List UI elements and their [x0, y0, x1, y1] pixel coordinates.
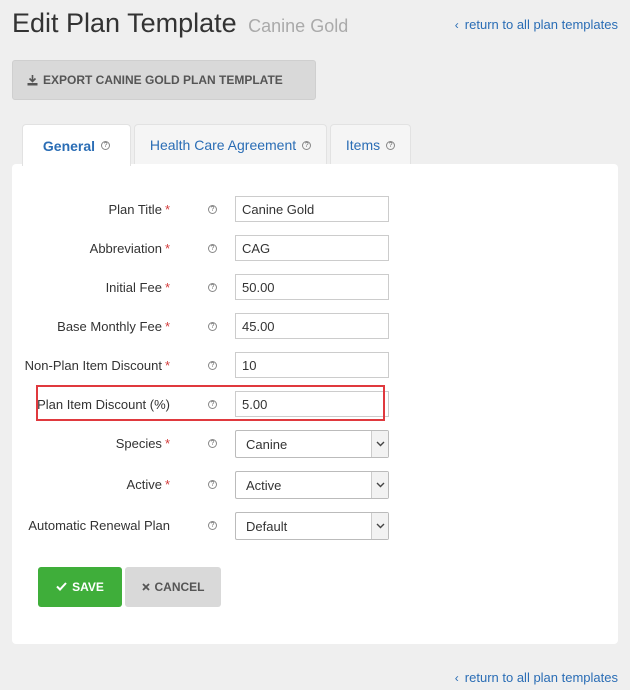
- return-link-label: return to all plan templates: [464, 17, 618, 32]
- return-link-top[interactable]: ‹ return to all plan templates: [455, 17, 618, 32]
- export-template-button[interactable]: EXPORT CANINE GOLD PLAN TEMPLATE: [12, 60, 316, 100]
- check-icon: [56, 580, 67, 594]
- help-icon[interactable]: ?: [208, 205, 217, 214]
- species-select-value: Canine: [246, 437, 288, 452]
- plan-title-input[interactable]: [235, 196, 389, 222]
- help-icon[interactable]: ?: [101, 141, 111, 150]
- active-label-text: Active: [126, 477, 162, 492]
- tab-general-label: General: [42, 137, 96, 154]
- initial-fee-input[interactable]: [235, 274, 389, 300]
- help-icon[interactable]: ?: [208, 521, 217, 530]
- save-button[interactable]: SAVE: [38, 567, 122, 607]
- required-marker: *: [164, 202, 170, 217]
- active-select[interactable]: Active: [235, 471, 389, 499]
- non-plan-item-discount-input[interactable]: [235, 352, 389, 378]
- close-icon: [141, 580, 150, 594]
- automatic-renewal-plan-select-value: Default: [246, 519, 288, 534]
- abbreviation-input[interactable]: [235, 235, 389, 261]
- chevron-down-icon: [371, 513, 388, 539]
- species-label-text: Species: [115, 436, 162, 451]
- download-icon: [27, 74, 38, 85]
- initial-fee-label: Initial Fee *: [106, 280, 170, 295]
- chevron-left-icon: ‹: [454, 671, 459, 685]
- required-marker: *: [164, 358, 170, 373]
- highlight-box: [36, 385, 385, 421]
- required-marker: *: [164, 280, 170, 295]
- base-monthly-fee-input[interactable]: [235, 313, 389, 339]
- cancel-button-label: CANCEL: [154, 580, 205, 594]
- tab-general[interactable]: General ?: [22, 124, 131, 166]
- required-marker: *: [164, 436, 170, 451]
- save-button-label: SAVE: [72, 580, 104, 594]
- chevron-down-icon: [371, 431, 388, 457]
- page-title: Edit Plan Template Canine Gold: [12, 8, 348, 39]
- cancel-button[interactable]: CANCEL: [125, 567, 221, 607]
- tab-items[interactable]: Items ?: [330, 124, 411, 165]
- export-button-label: EXPORT CANINE GOLD PLAN TEMPLATE: [43, 73, 283, 87]
- automatic-renewal-plan-label-text: Automatic Renewal Plan: [28, 518, 170, 533]
- non-plan-item-discount-label: Non-Plan Item Discount *: [25, 358, 170, 373]
- initial-fee-label-text: Initial Fee: [105, 280, 162, 295]
- automatic-renewal-plan-select[interactable]: Default: [235, 512, 389, 540]
- tab-items-label: Items: [345, 137, 381, 153]
- tab-health-care-agreement[interactable]: Health Care Agreement ?: [134, 124, 327, 165]
- species-select[interactable]: Canine: [235, 430, 389, 458]
- non-plan-item-discount-label-text: Non-Plan Item Discount: [24, 358, 162, 373]
- plan-title-label-text: Plan Title: [108, 202, 162, 217]
- chevron-down-icon: [371, 472, 388, 498]
- help-icon[interactable]: ?: [208, 322, 217, 331]
- plan-title-label: Plan Title *: [108, 202, 170, 217]
- help-icon[interactable]: ?: [302, 140, 312, 150]
- required-marker: *: [164, 319, 170, 334]
- page-title-text: Edit Plan Template: [12, 8, 237, 38]
- base-monthly-fee-label: Base Monthly Fee *: [57, 319, 170, 334]
- abbreviation-label: Abbreviation *: [90, 241, 170, 256]
- help-icon[interactable]: ?: [208, 244, 217, 253]
- base-monthly-fee-label-text: Base Monthly Fee: [57, 319, 162, 334]
- return-link-label: return to all plan templates: [464, 670, 618, 685]
- help-icon[interactable]: ?: [208, 439, 217, 448]
- active-label: Active *: [127, 477, 170, 492]
- help-icon[interactable]: ?: [208, 480, 217, 489]
- automatic-renewal-plan-label: Automatic Renewal Plan: [28, 518, 170, 533]
- page-subtitle: Canine Gold: [248, 16, 349, 36]
- abbreviation-label-text: Abbreviation: [89, 241, 162, 256]
- species-label: Species *: [116, 436, 170, 451]
- help-icon[interactable]: ?: [386, 140, 396, 150]
- active-select-value: Active: [246, 478, 282, 493]
- tab-health-care-agreement-label: Health Care Agreement: [149, 137, 297, 153]
- chevron-left-icon: ‹: [454, 18, 459, 32]
- help-icon[interactable]: ?: [208, 361, 217, 370]
- required-marker: *: [164, 241, 170, 256]
- return-link-bottom[interactable]: ‹ return to all plan templates: [455, 670, 618, 685]
- help-icon[interactable]: ?: [208, 283, 217, 292]
- required-marker: *: [164, 477, 170, 492]
